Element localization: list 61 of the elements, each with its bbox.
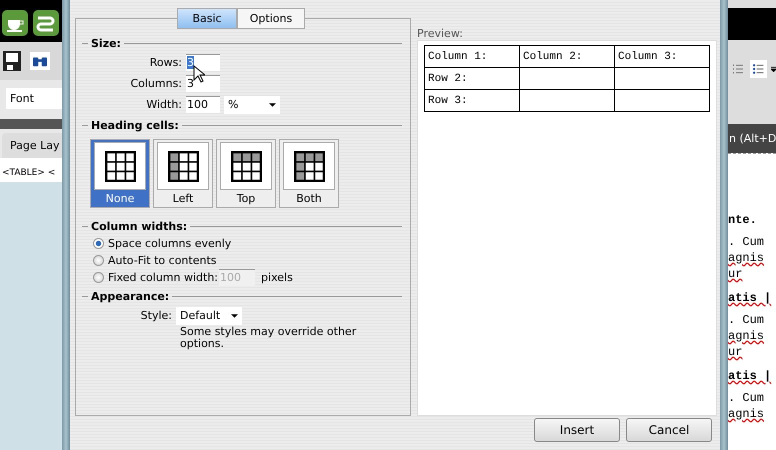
document-text: atis |	[728, 368, 772, 384]
cup-icon[interactable]	[2, 10, 28, 36]
heading-option[interactable]: None	[90, 139, 150, 208]
document-text: agnis	[728, 250, 766, 266]
radio-label[interactable]: Auto-Fit to contents	[108, 254, 216, 267]
caret-icon[interactable]	[770, 66, 776, 72]
section-title: Column widths:	[91, 220, 188, 233]
tab-strip	[0, 119, 62, 129]
table-cell: Row 2:	[424, 68, 520, 90]
table-cell: Column 2:	[520, 46, 614, 68]
caret-icon	[231, 314, 238, 318]
preview-label: Preview:	[417, 26, 464, 40]
columns-field[interactable]: 3	[186, 75, 220, 92]
table-grid-icon	[230, 150, 262, 182]
app-header-bar	[728, 8, 776, 40]
pointer-icon	[193, 65, 205, 83]
table-grid-icon	[294, 150, 324, 182]
rows-label: Rows:	[148, 56, 182, 69]
section-title: Heading cells:	[91, 119, 179, 132]
style-note: Some styles may override other options.	[180, 326, 358, 350]
radio-button[interactable]	[93, 255, 104, 266]
document-text: . Cum	[728, 390, 766, 406]
document-text: nte.	[728, 212, 758, 228]
ribbon-tab[interactable]: n (Alt+D	[728, 124, 776, 153]
unit-dropdown[interactable]: %	[224, 96, 280, 114]
cancel-button[interactable]: Cancel	[626, 418, 712, 442]
heading-option[interactable]: Both	[279, 139, 339, 208]
columns-label: Columns:	[129, 77, 182, 90]
width-field[interactable]: 100	[186, 96, 220, 113]
font-field[interactable]: Font	[6, 88, 62, 109]
save-icon[interactable]	[2, 50, 22, 72]
dialog-tab[interactable]: Basic	[177, 8, 237, 29]
unit-label: pixels	[261, 271, 293, 284]
document-text: ur	[728, 266, 744, 282]
heading-option[interactable]: Left	[153, 139, 213, 208]
ribbon-tab[interactable]: Page Lay	[2, 133, 62, 158]
document-text: agnis	[728, 406, 766, 422]
style-dropdown[interactable]: Default	[176, 306, 242, 324]
tag-path: <TABLE> <	[0, 158, 62, 182]
rows-field[interactable]: 3	[186, 54, 220, 71]
document-text: atis |	[728, 290, 772, 306]
document-text: . Cum	[728, 312, 766, 328]
width-label: Width:	[145, 98, 182, 111]
table-grid-icon	[168, 150, 198, 182]
document-text: agnis	[728, 328, 766, 344]
table-grid-icon	[104, 150, 136, 182]
document-text: ur	[728, 344, 744, 360]
dialog-tab[interactable]: Options	[237, 8, 305, 29]
style-label: Style:	[140, 309, 172, 322]
radio-button[interactable]	[93, 238, 104, 249]
table-cell: Column 3:	[614, 46, 710, 68]
document-text: . Cum	[728, 234, 766, 250]
insert-button[interactable]: Insert	[534, 418, 620, 442]
table-cell: Column 1:	[424, 46, 520, 68]
caret-icon	[269, 102, 276, 106]
table-cell: Row 3:	[424, 90, 520, 112]
bullet-list-icon[interactable]	[750, 60, 767, 78]
section-title: Size:	[91, 37, 121, 50]
radio-label[interactable]: Space columns evenly	[108, 237, 232, 250]
heading-option[interactable]: Top	[216, 139, 276, 208]
section-title: Appearance:	[91, 290, 170, 303]
